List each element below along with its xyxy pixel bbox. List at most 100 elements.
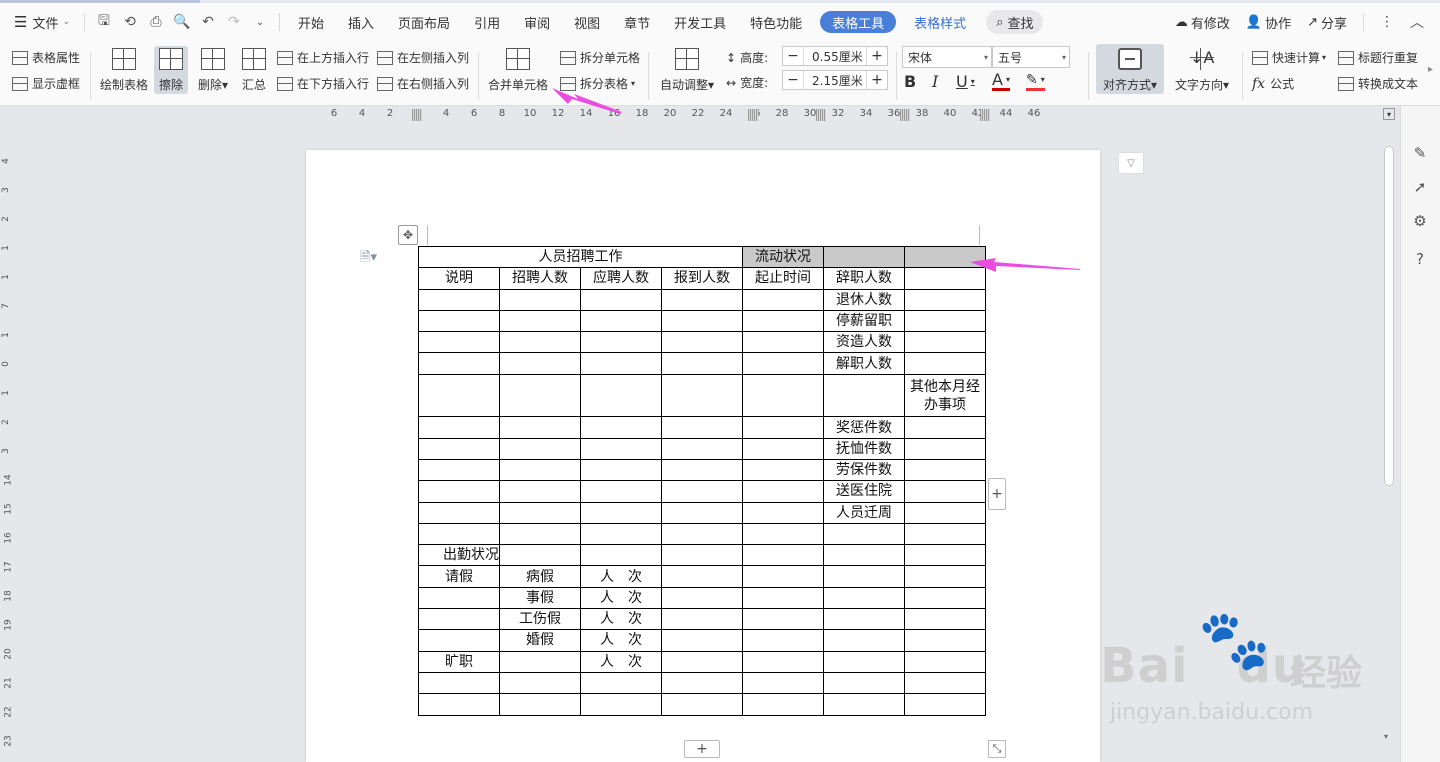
table-cell[interactable] [499, 373, 581, 418]
table-cell[interactable]: 劳保件数 [823, 458, 905, 482]
table-cell[interactable] [823, 650, 905, 673]
move-icon[interactable]: ✥ [398, 225, 418, 245]
table-cell[interactable] [742, 373, 824, 418]
table-cell[interactable] [499, 480, 581, 503]
draw-table-button[interactable]: 绘制表格 [98, 48, 150, 93]
table-cell[interactable] [580, 522, 662, 546]
ruler-marker[interactable] [980, 109, 990, 121]
table-cell[interactable] [661, 501, 743, 524]
table-cell[interactable]: 人 次 [580, 650, 662, 673]
convert-text-button[interactable]: 转换成文本 [1338, 75, 1418, 92]
table-cell[interactable] [661, 373, 743, 418]
table-cell[interactable] [418, 629, 500, 652]
table-cell[interactable] [904, 352, 986, 375]
formula-button[interactable]: fx 公式 [1252, 75, 1294, 92]
settings-icon[interactable]: ⚙ [1409, 210, 1431, 232]
table-cell[interactable] [661, 650, 743, 673]
insert-below-button[interactable]: 在下方插入行 [277, 75, 369, 92]
table-cell[interactable] [661, 565, 743, 588]
table-cell[interactable]: 起止时间 [742, 267, 824, 290]
table-cell[interactable] [904, 544, 986, 567]
ruler-marker[interactable] [900, 109, 910, 121]
table-cell[interactable] [742, 416, 824, 439]
table-cell[interactable] [418, 288, 500, 311]
table-cell[interactable] [823, 373, 905, 418]
table-cell[interactable]: 请假 [418, 565, 500, 588]
scroll-thumb[interactable] [1384, 146, 1394, 486]
table-cell[interactable] [904, 608, 986, 631]
preview-icon[interactable]: 🔍 [169, 8, 195, 36]
width-value[interactable]: 2.15厘米 [803, 71, 867, 89]
resize-handle-icon[interactable]: ⤡ [988, 740, 1006, 758]
table-cell[interactable] [904, 480, 986, 503]
table-cell[interactable] [499, 416, 581, 439]
print-icon[interactable]: ⎙ [143, 8, 169, 36]
table-cell[interactable] [904, 458, 986, 482]
table-cell[interactable] [904, 565, 986, 588]
table-cell[interactable] [904, 629, 986, 652]
table-cell[interactable]: 人员迁周 [823, 501, 905, 524]
align-button[interactable]: 对齐方式▾ [1096, 44, 1164, 94]
table-cell[interactable] [742, 565, 824, 588]
table-cell[interactable]: 事假 [499, 586, 581, 610]
italic-icon[interactable]: I [932, 72, 938, 91]
font-name-select[interactable]: 宋体 ▾ [902, 46, 992, 68]
table-cell[interactable] [904, 267, 986, 290]
table-cell[interactable] [661, 352, 743, 375]
share-button[interactable]: ↗ 分享 [1301, 8, 1353, 36]
highlight-icon[interactable]: ✎ ▾ [1026, 72, 1045, 91]
table-cell[interactable] [904, 522, 986, 546]
table-cell[interactable]: 人 次 [580, 586, 662, 610]
table-cell[interactable] [823, 671, 905, 695]
table-cell[interactable]: 解职人数 [823, 352, 905, 375]
table-cell[interactable] [580, 331, 662, 354]
table-cell[interactable] [742, 671, 824, 695]
search-button[interactable]: ⌕ 查找 [986, 10, 1044, 34]
table-cell[interactable] [661, 544, 743, 567]
table-cell[interactable] [904, 309, 986, 333]
table-cell[interactable] [742, 586, 824, 610]
table-cell[interactable] [580, 309, 662, 333]
height-value[interactable]: 0.55厘米 [803, 47, 867, 65]
table-cell[interactable] [661, 671, 743, 695]
table-cell[interactable] [823, 245, 905, 269]
table-cell[interactable] [661, 608, 743, 631]
table-cell[interactable] [742, 458, 824, 482]
table-cell[interactable] [418, 458, 500, 482]
table-cell[interactable] [580, 437, 662, 460]
table-cell[interactable]: 人 次 [580, 608, 662, 631]
table-cell[interactable]: 奖惩件数 [823, 416, 905, 439]
vertical-scrollbar[interactable]: ▾ ▾ [1380, 106, 1398, 762]
table-cell[interactable] [580, 480, 662, 503]
table-cell[interactable] [742, 693, 824, 716]
table-cell[interactable] [499, 331, 581, 354]
table-cell[interactable] [418, 693, 500, 716]
table-cell[interactable] [661, 416, 743, 439]
auto-adjust-button[interactable]: 自动调整▾ [656, 48, 718, 93]
table-cell[interactable]: 退休人数 [823, 288, 905, 311]
table-cell[interactable] [661, 586, 743, 610]
table-cell[interactable] [499, 352, 581, 375]
tab-references[interactable]: 引用 [462, 8, 512, 36]
table-cell[interactable] [823, 629, 905, 652]
document-icon[interactable]: 🗎▾ [360, 248, 377, 270]
table-cell[interactable]: 病假 [499, 565, 581, 588]
minus-icon[interactable]: − [783, 47, 803, 65]
bold-icon[interactable]: B [904, 72, 916, 91]
table-cell[interactable] [742, 501, 824, 524]
table-cell[interactable] [499, 501, 581, 524]
table-cell[interactable] [904, 693, 986, 716]
table-cell[interactable] [661, 288, 743, 311]
table-cell[interactable] [661, 522, 743, 546]
tab-section[interactable]: 章节 [612, 8, 662, 36]
split-table-button[interactable]: 拆分表格 ▾ [560, 75, 635, 92]
table-cell[interactable] [904, 586, 986, 610]
insert-right-button[interactable]: 在右侧插入列 [377, 75, 469, 92]
table-cell[interactable] [661, 629, 743, 652]
table-cell[interactable] [904, 650, 986, 673]
table-cell[interactable] [580, 416, 662, 439]
table-cell[interactable] [580, 373, 662, 418]
summary-button[interactable]: 汇总 [238, 48, 270, 93]
table-cell[interactable] [418, 437, 500, 460]
help-icon[interactable]: ? [1409, 248, 1431, 270]
